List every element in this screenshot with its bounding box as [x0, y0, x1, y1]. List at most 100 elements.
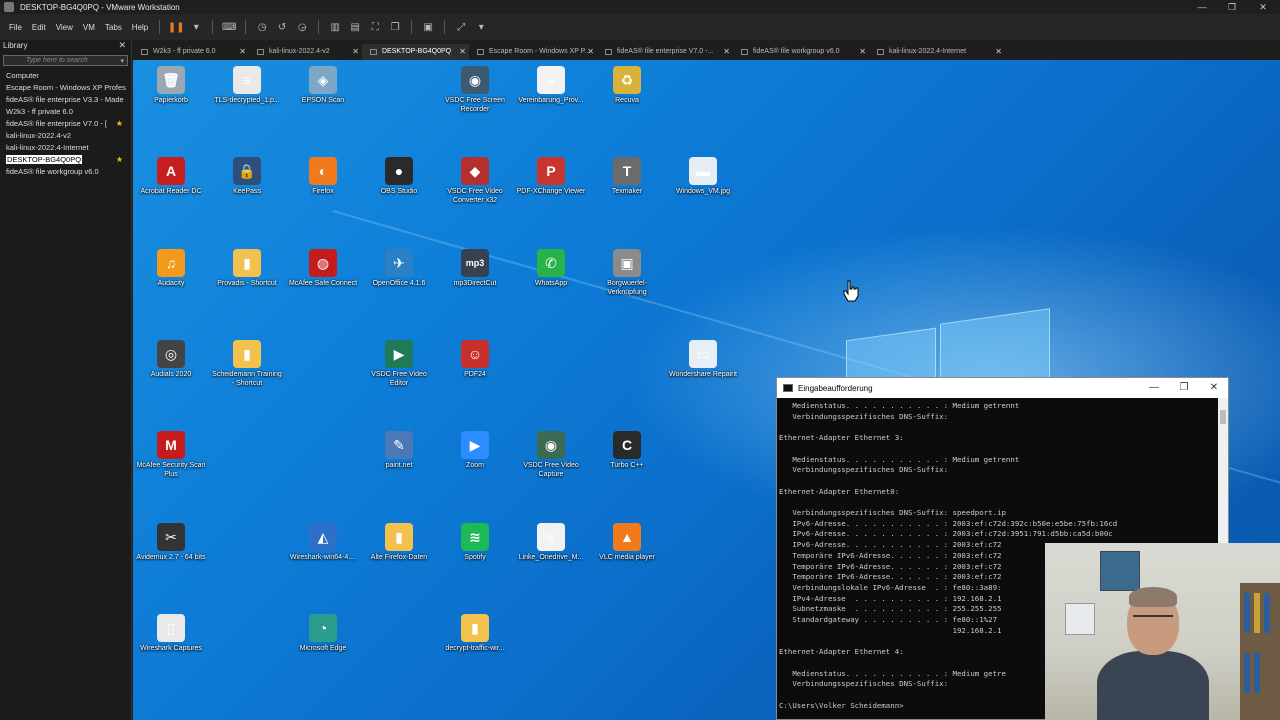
tree-item[interactable]: fideAS® file enterprise V3.3 - Made — [0, 94, 131, 106]
thumbnail-bar-icon[interactable]: ▤ — [349, 21, 361, 33]
desktop-icon[interactable]: ▲ VLC media player — [591, 523, 663, 562]
desktop-icon[interactable]: ♫ Audacity — [135, 249, 207, 288]
desktop-icon[interactable]: ◈ EPSON Scan — [287, 66, 359, 105]
menu-help[interactable]: Help — [127, 23, 153, 32]
desktop-icon-label: Windows_VM.jpg — [675, 188, 731, 195]
desktop-icon[interactable]: ≋ Spotify — [439, 523, 511, 562]
library-toggle-icon[interactable]: ▥ — [329, 21, 341, 33]
desktop-icon[interactable]: ◍ McAfee Safe Connect — [287, 249, 359, 288]
desktop-icon-label: Microsoft Edge — [299, 645, 347, 652]
tree-item[interactable]: Escape Room - Windows XP Profes — [0, 82, 131, 94]
stretch-guest-icon[interactable]: ⤢ — [455, 21, 467, 33]
tab-escape-room[interactable]: Escape Room - Windows XP P... ✕ — [469, 44, 597, 60]
desktop-icon[interactable]: ◉ VSDC Free Video Capture — [515, 431, 587, 479]
desktop-icon[interactable]: ▮ decrypt-traffic-wir... — [439, 614, 511, 653]
scrollbar-thumb[interactable] — [1220, 410, 1226, 424]
menu-file[interactable]: File — [4, 23, 27, 32]
tab-desktop-bg4q0pq[interactable]: DESKTOP-BG4Q0PQ ✕ — [362, 44, 469, 60]
desktop-icon[interactable]: C Turbo C++ — [591, 431, 663, 470]
desktop-icon[interactable]: ✈ OpenOffice 4.1.6 — [363, 249, 435, 288]
send-ctrl-alt-del-icon[interactable]: ⌨ — [222, 21, 236, 33]
tab-close-icon[interactable]: ✕ — [995, 44, 1002, 60]
menu-edit[interactable]: Edit — [27, 23, 51, 32]
menu-tabs[interactable]: Tabs — [100, 23, 127, 32]
close-button[interactable]: ✕ — [1199, 378, 1228, 398]
desktop-icon[interactable]: ▮ Alte Firefox-Daten — [363, 523, 435, 562]
tab-kali-v2[interactable]: kali-linux-2022.4-v2 ✕ — [249, 44, 362, 60]
tab-close-icon[interactable]: ✕ — [352, 44, 359, 60]
app-icon: ≡ — [537, 66, 565, 94]
desktop-icon-label: McAfee Security Scan Plus — [136, 462, 206, 478]
close-button[interactable]: ✕ — [1248, 0, 1278, 14]
desktop-icon[interactable]: ▮ Scheidemann Training - Shortcut — [211, 340, 283, 388]
chevron-down-icon[interactable]: ▾ — [120, 57, 127, 65]
menu-view[interactable]: View — [51, 23, 78, 32]
tab-close-icon[interactable]: ✕ — [239, 44, 246, 60]
tab-fideas-enterprise[interactable]: fideAS® file enterprise V7.0 -... ✕ — [597, 44, 733, 60]
desktop-icon[interactable]: P PDF-XChange Viewer — [515, 157, 587, 196]
desktop-icon[interactable]: 🔒 KeePass — [211, 157, 283, 196]
desktop-icon[interactable]: ▭ Wondershare Repairit — [667, 340, 739, 379]
desktop-icon[interactable]: ✎ paint.net — [363, 431, 435, 470]
wall-poster — [1065, 603, 1095, 635]
tree-item[interactable]: fideAS® file enterprise V7.0 - [★ — [0, 118, 131, 130]
desktop-icon[interactable]: ● OBS Studio — [363, 157, 435, 196]
tab-close-icon[interactable]: ✕ — [859, 44, 866, 60]
desktop-icon[interactable]: ◎ Audials 2020 — [135, 340, 207, 379]
desktop-icon[interactable]: ☺ PDF24 — [439, 340, 511, 379]
tree-root-computer[interactable]: Computer — [0, 70, 131, 82]
desktop-icon[interactable]: ≡ TLS-decrypted_1.p... — [211, 66, 283, 105]
snapshot-manager-icon[interactable]: ◶ — [296, 21, 308, 33]
desktop-icon[interactable]: ≡ Linke_Onedrive_M... — [515, 523, 587, 562]
desktop-icon[interactable]: ▣ Borgwuerfel-Verknüpfung — [591, 249, 663, 297]
dropdown-arrow-icon[interactable]: ▾ — [190, 21, 202, 33]
maximize-button[interactable]: ❐ — [1169, 378, 1199, 398]
snapshot-icon[interactable]: ◷ — [256, 21, 268, 33]
desktop-icon[interactable]: ◐ Firefox — [287, 157, 359, 196]
app-icon: ✎ — [385, 431, 413, 459]
tab-close-icon[interactable]: ✕ — [723, 44, 730, 60]
pause-icon[interactable]: ❚❚ — [168, 21, 185, 33]
cmd-titlebar[interactable]: Eingabeaufforderung — ❐ ✕ — [777, 378, 1228, 398]
desktop-icon[interactable]: ▶ VSDC Free Video Editor — [363, 340, 435, 388]
desktop-icon[interactable]: ✆ WhatsApp — [515, 249, 587, 288]
tab-close-icon[interactable]: ✕ — [459, 44, 466, 60]
desktop-icon[interactable]: A Acrobat Reader DC — [135, 157, 207, 196]
desktop-icon[interactable]: ≡ Vereinbarung_Prov... — [515, 66, 587, 105]
maximize-button[interactable]: ❐ — [1217, 0, 1247, 14]
tab-w2k3[interactable]: W2k3 - ff private 6.0 ✕ — [133, 44, 249, 60]
desktop-icon[interactable]: T Texmaker — [591, 157, 663, 196]
desktop-icon[interactable]: ◔ Microsoft Edge — [287, 614, 359, 653]
tab-fideas-workgroup[interactable]: fideAS® file workgroup v6.0 ✕ — [733, 44, 869, 60]
desktop-icon[interactable]: mp3 mp3DirectCut — [439, 249, 511, 288]
desktop-icon[interactable]: ▯ Wireshark Captures — [135, 614, 207, 653]
menu-vm[interactable]: VM — [78, 23, 100, 32]
desktop-icon[interactable]: 🗑 Papierkorb — [135, 66, 207, 105]
tree-item[interactable]: kali-linux-2022.4-v2 — [0, 130, 131, 142]
desktop-icon[interactable]: ◉ VSDC Free Screen Recorder — [439, 66, 511, 114]
tree-item[interactable]: fideAS® file workgroup v6.0 — [0, 166, 131, 178]
tab-kali-internet[interactable]: kali-linux-2022.4-Internet ✕ — [869, 44, 1005, 60]
tree-item[interactable]: W2k3 - ff private 6.0 — [0, 106, 131, 118]
desktop-icon[interactable]: ▮ Provadis - Shortcut — [211, 249, 283, 288]
minimize-button[interactable]: — — [1187, 0, 1217, 14]
desktop-icon[interactable]: ◭ Wireshark-win64-4.... — [287, 523, 359, 562]
desktop-icon[interactable]: ▬ Windows_VM.jpg — [667, 157, 739, 196]
desktop-icon[interactable]: ♻ Recuva — [591, 66, 663, 105]
minimize-button[interactable]: — — [1139, 378, 1169, 398]
unity-icon[interactable]: ❐ — [389, 21, 401, 33]
tab-close-icon[interactable]: ✕ — [587, 44, 594, 60]
close-icon[interactable]: ✕ — [118, 40, 126, 51]
desktop-icon[interactable]: M McAfee Security Scan Plus — [135, 431, 207, 479]
tree-item[interactable]: kali-linux-2022.4-Internet — [0, 142, 131, 154]
full-screen-icon[interactable]: ⛶ — [369, 21, 381, 33]
desktop-icon[interactable]: ◆ VSDC Free Video Converter x32 — [439, 157, 511, 205]
search-input[interactable]: Type here to search — [4, 57, 120, 64]
desktop-icon[interactable]: ▶ Zoom — [439, 431, 511, 470]
console-view-icon[interactable]: ▣ — [422, 21, 434, 33]
library-search[interactable]: Type here to search ▾ — [3, 55, 128, 66]
dropdown-arrow-icon[interactable]: ▾ — [475, 21, 487, 33]
desktop-icon[interactable]: ✂ Avidemux 2.7 - 64 bits — [135, 523, 207, 562]
revert-snapshot-icon[interactable]: ↺ — [276, 21, 288, 33]
tree-item-selected[interactable]: DESKTOP-BG4Q0PQ ★ — [0, 154, 131, 166]
